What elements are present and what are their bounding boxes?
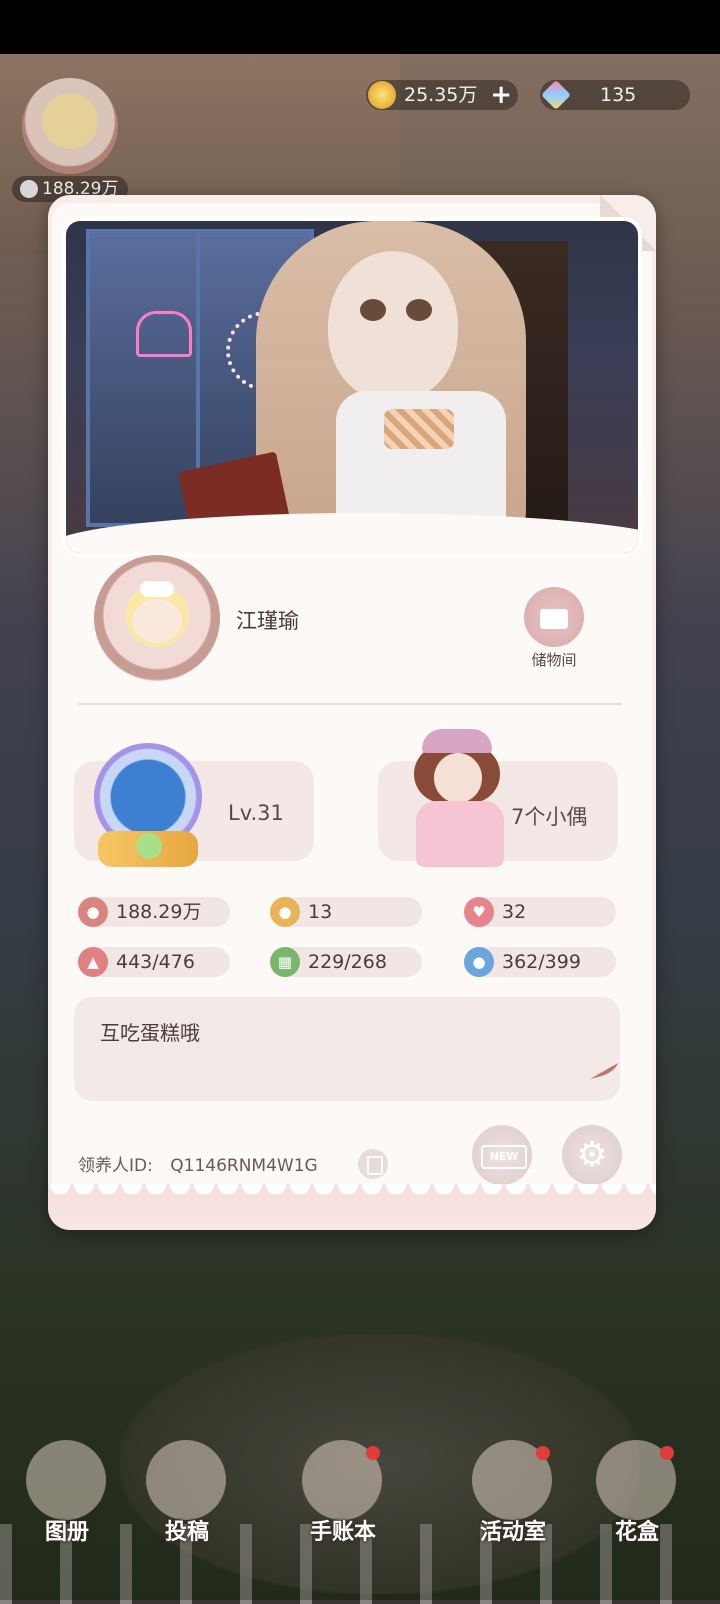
stat-items: ● 362/399 [464, 947, 616, 977]
add-coins-button[interactable]: + [490, 80, 512, 110]
storage-button[interactable] [524, 587, 584, 647]
stat-value: 32 [502, 901, 527, 923]
bio-text: 互吃蛋糕哦 [100, 1021, 200, 1045]
storage-box-icon [540, 609, 568, 629]
heart-chat-icon: ♥ [464, 897, 494, 927]
coin-icon [368, 81, 396, 109]
nav-handbook[interactable]: 手账本 [288, 1440, 398, 1560]
bag-icon: ● [464, 947, 494, 977]
film-icon [146, 1440, 226, 1520]
stat-value: 188.29万 [116, 901, 202, 923]
stat-value: 229/268 [308, 951, 387, 973]
stat-followers: ● 188.29万 [78, 897, 230, 927]
notification-dot [660, 1446, 674, 1460]
notification-dot [366, 1446, 380, 1460]
stat-likes: ♥ 32 [464, 897, 616, 927]
doll-bow [384, 409, 454, 449]
profile-banner[interactable] [62, 217, 642, 557]
adopter-id-value: Q1146RNM4W1G [170, 1156, 318, 1176]
lace-border [48, 1184, 656, 1230]
edit-feather-icon[interactable] [588, 1061, 622, 1081]
copy-icon[interactable] [358, 1149, 388, 1179]
nav-activity[interactable]: 活动室 [458, 1440, 568, 1560]
avatar-face [132, 599, 182, 643]
doll-hat [422, 729, 492, 753]
stat-value: 13 [308, 901, 333, 923]
followers-icon [20, 180, 38, 198]
coin-counter: 25.35万 + [366, 80, 518, 110]
doll-face [328, 251, 458, 401]
status-bar [0, 0, 720, 54]
adopter-id-label: 领养人ID: [78, 1156, 153, 1176]
stat-outfits: ▲ 443/476 [78, 947, 230, 977]
notice-button[interactable]: NEW [472, 1125, 532, 1185]
nav-album[interactable]: 图册 [12, 1440, 122, 1560]
gem-value: 135 [600, 84, 637, 106]
adopter-id: 领养人ID: Q1146RNM4W1G [78, 1151, 318, 1176]
nav-label: 手账本 [309, 1520, 376, 1545]
level-badge-icon [88, 735, 208, 875]
coin-value: 25.35万 [404, 84, 478, 106]
player-nickname: 江瑾瑜 [236, 609, 299, 633]
nav-label: 投稿 [164, 1520, 209, 1545]
storage-label[interactable]: 储物间 [518, 649, 590, 670]
gear-icon: ⚙ [576, 1135, 608, 1175]
doll-dress [416, 801, 504, 867]
dress-icon: ▲ [78, 947, 108, 977]
settings-button[interactable]: ⚙ [562, 1125, 622, 1185]
badge-flower [136, 833, 162, 859]
player-avatar[interactable] [94, 555, 220, 681]
bio-box[interactable] [74, 997, 620, 1101]
avatar-bow [140, 581, 174, 597]
notification-dot [536, 1446, 550, 1460]
stat-value: 443/476 [116, 951, 195, 973]
nav-flowerbox[interactable]: 花盒 [582, 1440, 692, 1560]
doll-eye [406, 299, 432, 321]
divider [78, 703, 622, 705]
stat-value: 362/399 [502, 951, 581, 973]
doll-avatar-icon [404, 729, 514, 869]
dolls-count: 7个小偶 [511, 805, 588, 829]
level-value: Lv.31 [228, 801, 284, 825]
stat-furniture: ▦ 229/268 [270, 947, 422, 977]
followers-icon: ● [78, 897, 108, 927]
gem-icon [541, 80, 571, 110]
banner-photo [66, 221, 638, 553]
nav-label: 花盒 [614, 1520, 659, 1545]
player-avatar-small[interactable] [22, 78, 118, 174]
furniture-icon: ▦ [270, 947, 300, 977]
neon-heart-decor [136, 311, 192, 357]
stat-visits: ● 13 [270, 897, 422, 927]
doll-face [434, 753, 482, 803]
album-icon [26, 1440, 106, 1520]
footprint-icon: ● [270, 897, 300, 927]
nav-submit[interactable]: 投稿 [132, 1440, 242, 1560]
nav-label: 图册 [44, 1520, 89, 1545]
new-badge-icon: NEW [481, 1145, 527, 1169]
doll-eye [360, 299, 386, 321]
gem-counter: 135 [540, 80, 690, 110]
profile-card: 江瑾瑜 储物间 Lv.31 7个小偶 ● 188.29万 ● 13 ♥ 32 ▲… [48, 195, 656, 1230]
nav-label: 活动室 [479, 1520, 546, 1545]
